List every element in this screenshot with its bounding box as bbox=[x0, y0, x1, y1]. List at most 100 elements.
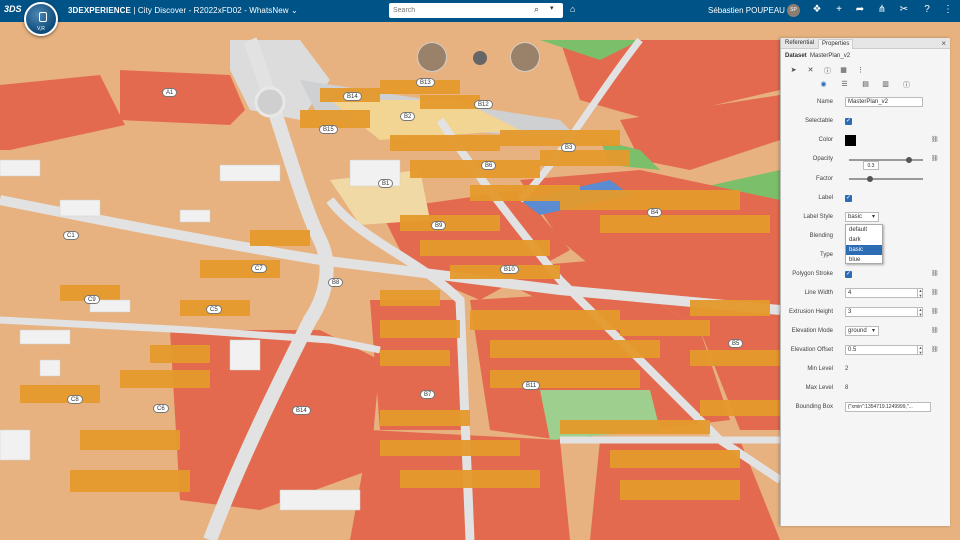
building-label[interactable]: B6 bbox=[481, 161, 497, 170]
building-label[interactable]: C8 bbox=[67, 395, 83, 404]
prop-label-elevation-mode: Elevation Mode bbox=[791, 328, 833, 334]
tag-icon[interactable]: ⌂ bbox=[570, 4, 575, 14]
prop-label-bounding-box: Bounding Box bbox=[795, 404, 833, 410]
label-style-dropdown[interactable]: default dark basic blue bbox=[845, 224, 883, 264]
label-style-option-selected[interactable]: basic bbox=[846, 245, 882, 255]
chevron-down-icon[interactable]: ▾ bbox=[872, 213, 875, 220]
building-label[interactable]: B5 bbox=[728, 339, 744, 348]
grid-icon[interactable]: ▤ bbox=[861, 80, 870, 88]
building-label[interactable]: B4 bbox=[647, 208, 663, 217]
apps-grid-icon[interactable]: ⋮ bbox=[941, 4, 955, 16]
tab-properties[interactable]: Properties bbox=[818, 39, 854, 49]
link-icon[interactable]: ⛓ bbox=[931, 289, 939, 296]
factor-slider[interactable] bbox=[849, 178, 923, 180]
link-icon[interactable]: ⛓ bbox=[931, 346, 939, 353]
link-icon[interactable]: ⛓ bbox=[931, 155, 939, 162]
locate-icon[interactable]: ➤ bbox=[789, 66, 798, 74]
avatar[interactable]: SP bbox=[787, 4, 800, 17]
stepper-icon[interactable]: ▲ ▼ bbox=[917, 288, 923, 298]
table-view-icon[interactable]: ▥ bbox=[881, 80, 890, 88]
compass-badge[interactable]: V,R bbox=[24, 2, 58, 36]
chevron-down-icon[interactable]: ▾ bbox=[550, 4, 554, 12]
tab-referential[interactable]: Referential bbox=[782, 39, 817, 49]
help-icon[interactable]: ? bbox=[920, 4, 934, 16]
add-icon[interactable]: + bbox=[832, 4, 846, 16]
stepper-icon[interactable]: ▲ ▼ bbox=[917, 345, 923, 355]
remove-icon[interactable]: ✕ bbox=[806, 66, 815, 74]
app-title[interactable]: 3DEXPERIENCE | City Discover - R2022xFD0… bbox=[68, 6, 298, 15]
stepper-icon[interactable]: ▲ ▼ bbox=[917, 307, 923, 317]
network-share-icon[interactable]: ⋔ bbox=[875, 4, 889, 16]
elevation-offset-input[interactable]: 0.5 bbox=[845, 345, 923, 355]
min-level-value: 2 bbox=[845, 366, 849, 372]
link-icon[interactable]: ⛓ bbox=[931, 136, 939, 143]
close-icon[interactable]: × bbox=[941, 39, 946, 48]
link-icon[interactable]: ⛓ bbox=[931, 308, 939, 315]
info-icon[interactable]: ⓘ bbox=[823, 66, 832, 76]
factor-slider-knob[interactable] bbox=[867, 176, 873, 182]
tools-icon[interactable]: ✂ bbox=[897, 4, 911, 16]
prop-label-min-level: Min Level bbox=[807, 366, 833, 372]
table-icon[interactable]: ▦ bbox=[839, 66, 848, 74]
building-label[interactable]: C7 bbox=[251, 264, 267, 273]
building-label[interactable]: B11 bbox=[522, 381, 541, 390]
share-arrow-icon[interactable]: ➦ bbox=[853, 4, 867, 16]
prop-label-max-level: Max Level bbox=[805, 385, 833, 391]
search-input[interactable] bbox=[393, 5, 519, 16]
ds-logo[interactable]: 3DS bbox=[4, 4, 22, 18]
user-name[interactable]: Sébastien POUPEAU bbox=[708, 6, 785, 15]
building-label[interactable]: B10 bbox=[500, 265, 519, 274]
selectable-checkbox[interactable]: ✓ bbox=[845, 118, 852, 125]
building-label[interactable]: B15 bbox=[319, 125, 338, 134]
dataset-label: Dataset bbox=[785, 53, 807, 59]
compass-widget[interactable] bbox=[417, 42, 447, 72]
name-field[interactable]: MasterPlan_v2 bbox=[845, 97, 923, 107]
app-context: | City Discover - R2022xFD02 - WhatsNew bbox=[131, 6, 289, 15]
building-label[interactable]: A1 bbox=[162, 88, 178, 97]
opacity-value: 0.3 bbox=[863, 161, 879, 170]
opacity-slider-knob[interactable] bbox=[906, 157, 912, 163]
style-icon[interactable]: ◉ bbox=[819, 80, 828, 88]
building-label[interactable]: C5 bbox=[206, 305, 222, 314]
label-style-option[interactable]: dark bbox=[846, 235, 882, 245]
building-label[interactable]: B13 bbox=[416, 78, 435, 87]
max-level-value: 8 bbox=[845, 385, 849, 391]
label-checkbox[interactable]: ✓ bbox=[845, 195, 852, 202]
extrusion-height-input[interactable]: 3 bbox=[845, 307, 923, 317]
prop-label-polygon-stroke: Polygon Stroke bbox=[792, 271, 833, 277]
building-label[interactable]: B14 bbox=[292, 406, 311, 415]
building-label[interactable]: C9 bbox=[84, 295, 100, 304]
info-icon[interactable]: ⓘ bbox=[902, 80, 911, 90]
building-label[interactable]: B8 bbox=[328, 278, 344, 287]
label-style-option[interactable]: default bbox=[846, 225, 882, 235]
chevron-down-icon: ⌄ bbox=[291, 6, 298, 15]
dataset-line: Dataset MasterPlan_v2 bbox=[785, 53, 850, 59]
prop-label-opacity: Opacity bbox=[812, 156, 833, 162]
building-label[interactable]: B12 bbox=[474, 100, 493, 109]
play-icon bbox=[39, 12, 47, 22]
building-label[interactable]: B9 bbox=[431, 221, 447, 230]
building-label[interactable]: C1 bbox=[63, 231, 79, 240]
bounding-box-field[interactable]: {"xmin":1354719.1249999,"... bbox=[845, 402, 931, 412]
dataset-name: MasterPlan_v2 bbox=[810, 53, 851, 59]
list-icon[interactable]: ☰ bbox=[840, 80, 849, 88]
prop-label-label: Label bbox=[818, 195, 833, 201]
chevron-down-icon[interactable]: ▾ bbox=[872, 327, 875, 334]
building-label[interactable]: B3 bbox=[561, 143, 577, 152]
building-label[interactable]: B2 bbox=[400, 112, 416, 121]
link-icon[interactable]: ⛓ bbox=[931, 270, 939, 277]
building-label[interactable]: C6 bbox=[153, 404, 169, 413]
polygon-stroke-checkbox[interactable]: ✓ bbox=[845, 271, 852, 278]
link-icon[interactable]: ⛓ bbox=[931, 327, 939, 334]
building-label[interactable]: B1 bbox=[378, 179, 394, 188]
search-icon[interactable]: ⌕ bbox=[534, 4, 539, 15]
pan-widget[interactable] bbox=[510, 42, 540, 72]
prop-label-factor: Factor bbox=[815, 176, 833, 182]
more-icon[interactable]: ⋮ bbox=[856, 66, 865, 74]
building-label[interactable]: B7 bbox=[420, 390, 436, 399]
line-width-input[interactable]: 4 bbox=[845, 288, 923, 298]
color-swatch[interactable] bbox=[845, 135, 856, 146]
label-style-option[interactable]: blue bbox=[846, 255, 882, 265]
building-label[interactable]: B14 bbox=[343, 92, 362, 101]
bookmark-icon[interactable]: ❖ bbox=[810, 4, 824, 16]
